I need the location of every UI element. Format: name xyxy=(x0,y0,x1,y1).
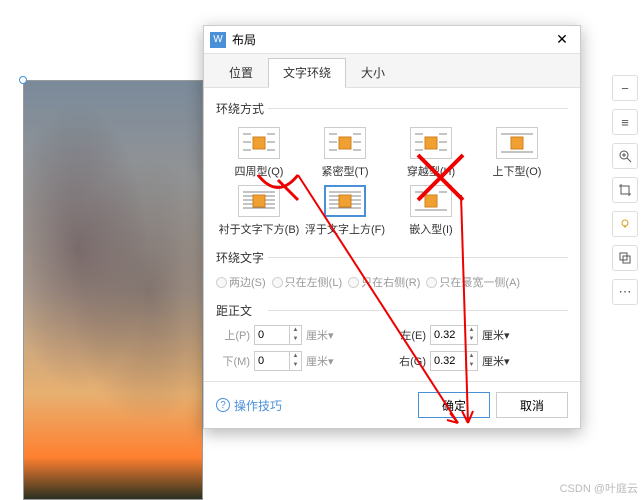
spinner-input[interactable] xyxy=(255,355,289,367)
cancel-button[interactable]: 取消 xyxy=(496,392,568,418)
unit-label: 厘米▾ xyxy=(482,353,510,369)
wrap-label: 四周型(Q) xyxy=(218,163,300,179)
help-link[interactable]: ? 操作技巧 xyxy=(216,397,282,414)
more-icon[interactable]: ⋯ xyxy=(612,279,638,305)
wrap-icon xyxy=(496,127,538,159)
distance-label: 右(G) xyxy=(392,353,426,369)
wrap-label: 穿越型(H) xyxy=(390,163,472,179)
spin-up[interactable]: ▲ xyxy=(290,326,301,335)
spin-down[interactable]: ▼ xyxy=(466,335,477,344)
wrap-label: 衬于文字下方(B) xyxy=(218,221,300,237)
radio-input[interactable] xyxy=(272,277,283,288)
tab-bar: 位置 文字环绕 大小 xyxy=(204,54,580,88)
wrap-icon xyxy=(238,185,280,217)
unit-label: 厘米▾ xyxy=(306,327,334,343)
distance-row-0: 上(P)▲▼厘米▾ xyxy=(216,325,392,345)
wrap-icon xyxy=(410,185,452,217)
wrap-icon xyxy=(324,185,366,217)
zoom-in-icon[interactable] xyxy=(612,143,638,169)
distance-label: 上(P) xyxy=(216,327,250,343)
distance-label: 下(M) xyxy=(216,353,250,369)
minus-icon[interactable]: − xyxy=(612,75,638,101)
document-image[interactable] xyxy=(23,80,203,500)
wrap-option-1[interactable]: 紧密型(T) xyxy=(304,127,386,179)
side-toolbar: − ≡ ⋯ xyxy=(612,75,640,305)
radio-label: 只在右侧(R) xyxy=(361,274,420,290)
help-icon: ? xyxy=(216,398,230,412)
wrap-option-4[interactable]: 衬于文字下方(B) xyxy=(218,185,300,237)
titlebar: W 布局 ✕ xyxy=(204,26,580,54)
wrap-style-label: 环绕方式 xyxy=(216,100,568,119)
wrap-label: 上下型(O) xyxy=(476,163,558,179)
app-icon: W xyxy=(210,32,226,48)
spinner-input[interactable] xyxy=(431,355,465,367)
spinner[interactable]: ▲▼ xyxy=(254,351,302,371)
radio-2[interactable]: 只在右侧(R) xyxy=(348,274,420,290)
spinner[interactable]: ▲▼ xyxy=(430,325,478,345)
distance-row-3: 右(G)▲▼厘米▾ xyxy=(392,351,568,371)
spin-down[interactable]: ▼ xyxy=(290,335,301,344)
spin-up[interactable]: ▲ xyxy=(466,326,477,335)
radio-input[interactable] xyxy=(216,277,227,288)
distance-row-1: 左(E)▲▼厘米▾ xyxy=(392,325,568,345)
layout-dialog: W 布局 ✕ 位置 文字环绕 大小 环绕方式 四周型(Q)紧密型(T)穿越型(H… xyxy=(203,25,581,429)
wrap-text-label: 环绕文字 xyxy=(216,249,568,268)
spin-up[interactable]: ▲ xyxy=(466,352,477,361)
spin-down[interactable]: ▼ xyxy=(466,361,477,370)
bulb-icon[interactable] xyxy=(612,211,638,237)
distance-label: 左(E) xyxy=(392,327,426,343)
tab-position[interactable]: 位置 xyxy=(214,58,268,87)
tab-size[interactable]: 大小 xyxy=(346,58,400,87)
wrap-icon xyxy=(410,127,452,159)
spinner[interactable]: ▲▼ xyxy=(430,351,478,371)
help-label: 操作技巧 xyxy=(234,397,282,414)
spin-down[interactable]: ▼ xyxy=(290,361,301,370)
copy-icon[interactable] xyxy=(612,245,638,271)
wrap-label: 浮于文字上方(F) xyxy=(304,221,386,237)
radio-0[interactable]: 两边(S) xyxy=(216,274,266,290)
spinner-input[interactable] xyxy=(431,329,465,341)
watermark: CSDN @叶庭云 xyxy=(560,480,638,496)
radio-label: 两边(S) xyxy=(229,274,266,290)
wrap-option-3[interactable]: 上下型(O) xyxy=(476,127,558,179)
radio-1[interactable]: 只在左侧(L) xyxy=(272,274,342,290)
unit-label: 厘米▾ xyxy=(306,353,334,369)
radio-input[interactable] xyxy=(348,277,359,288)
ok-button[interactable]: 确定 xyxy=(418,392,490,418)
dialog-footer: ? 操作技巧 确定 取消 xyxy=(204,381,580,428)
wrap-option-2[interactable]: 穿越型(H) xyxy=(390,127,472,179)
wrap-icon xyxy=(324,127,366,159)
radio-label: 只在最宽一侧(A) xyxy=(439,274,520,290)
spinner[interactable]: ▲▼ xyxy=(254,325,302,345)
wrap-option-5[interactable]: 浮于文字上方(F) xyxy=(304,185,386,237)
dialog-title: 布局 xyxy=(232,31,550,48)
spin-up[interactable]: ▲ xyxy=(290,352,301,361)
radio-input[interactable] xyxy=(426,277,437,288)
unit-label: 厘米▾ xyxy=(482,327,510,343)
columns-icon[interactable]: ≡ xyxy=(612,109,638,135)
resize-handle[interactable] xyxy=(19,76,27,84)
crop-icon[interactable] xyxy=(612,177,638,203)
distance-label: 距正文 xyxy=(216,302,568,321)
wrap-option-6[interactable]: 嵌入型(I) xyxy=(390,185,472,237)
wrap-option-0[interactable]: 四周型(Q) xyxy=(218,127,300,179)
wrap-icon xyxy=(238,127,280,159)
distance-row-2: 下(M)▲▼厘米▾ xyxy=(216,351,392,371)
radio-3[interactable]: 只在最宽一侧(A) xyxy=(426,274,520,290)
close-button[interactable]: ✕ xyxy=(550,28,574,52)
radio-label: 只在左侧(L) xyxy=(285,274,342,290)
wrap-label: 紧密型(T) xyxy=(304,163,386,179)
spinner-input[interactable] xyxy=(255,329,289,341)
wrap-label: 嵌入型(I) xyxy=(390,221,472,237)
tab-text-wrap[interactable]: 文字环绕 xyxy=(268,58,346,88)
